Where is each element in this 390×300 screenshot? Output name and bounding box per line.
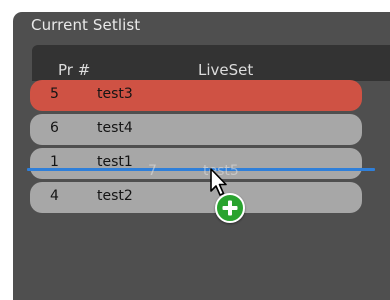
column-header-liveset[interactable]: LiveSet (198, 61, 253, 79)
panel-title: Current Setlist (31, 16, 141, 34)
column-header-pr[interactable]: Pr # (58, 61, 90, 79)
liveset-name: test3 (97, 86, 133, 102)
program-number: 4 (50, 188, 59, 204)
plus-icon (215, 193, 245, 223)
program-number: 6 (50, 120, 59, 136)
liveset-name: test4 (97, 120, 133, 136)
dragged-item-number: 7 (148, 163, 157, 179)
setlist-row[interactable]: 4 test2 (30, 182, 362, 213)
drop-indicator-line (27, 168, 375, 171)
setlist-header: Pr # LiveSet (32, 45, 390, 81)
liveset-name: test2 (97, 188, 133, 204)
setlist-row[interactable]: 1 test1 (30, 148, 362, 179)
setlist-row[interactable]: 5 test3 (30, 80, 362, 111)
program-number: 5 (50, 86, 59, 102)
setlist-row[interactable]: 6 test4 (30, 114, 362, 145)
